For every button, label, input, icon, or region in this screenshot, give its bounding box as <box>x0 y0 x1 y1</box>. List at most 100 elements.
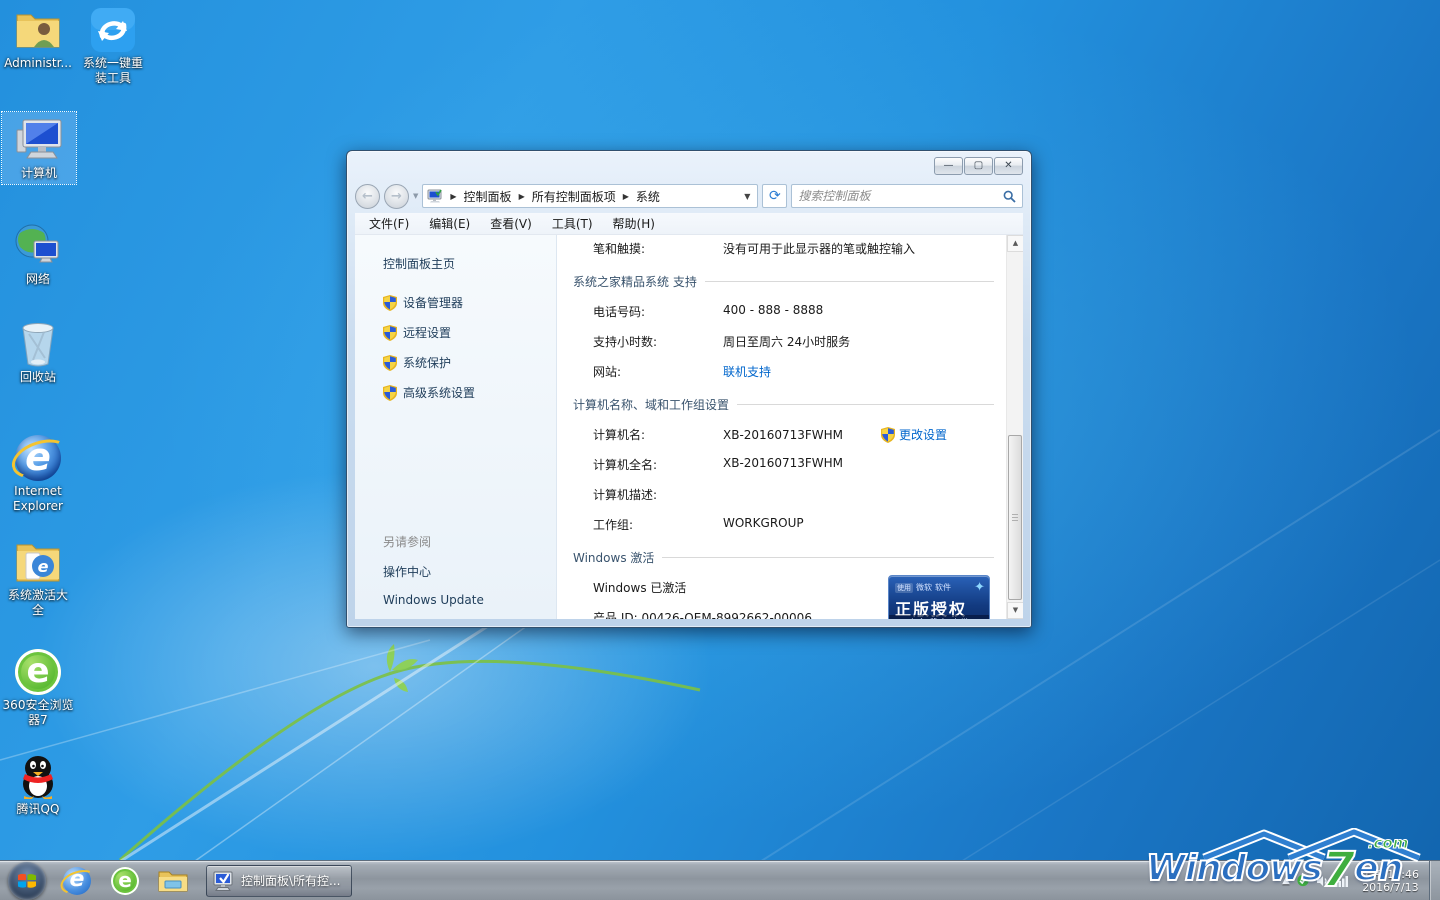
change-settings-link[interactable]: 更改设置 <box>899 426 947 443</box>
icon-label: Administr... <box>1 56 75 71</box>
pen-touch-label: 笔和触摸: <box>573 240 723 257</box>
icon-label: 计算机 <box>2 166 76 181</box>
taskbar-360-browser[interactable]: e <box>108 864 142 898</box>
desktop-icon-internet-explorer[interactable]: e Internet Explorer <box>1 434 75 514</box>
speaker-icon[interactable] <box>1316 875 1328 887</box>
start-button[interactable] <box>8 862 46 900</box>
system-window: — ▢ ✕ ← → ▼ ▶ 控制面板 ▶ 所有控制面板项 ▶ <box>346 150 1032 628</box>
task-label: 控制面板\所有控... <box>241 872 341 889</box>
clock-date: 2016/7/13 <box>1362 881 1419 894</box>
activation-section-header: Windows 激活 <box>573 549 994 566</box>
icon-label: 系统一键重 装工具 <box>76 56 150 86</box>
caption-buttons: — ▢ ✕ <box>934 157 1023 175</box>
menu-view[interactable]: 查看(V) <box>490 215 532 232</box>
computer-icon <box>15 116 63 164</box>
workgroup-label: 工作组: <box>573 516 723 533</box>
online-support-link[interactable]: 联机支持 <box>723 365 771 379</box>
recent-pages-caret-icon[interactable]: ▼ <box>413 192 418 200</box>
roof-logo-icon <box>1194 828 1424 862</box>
sidebar-item-action-center[interactable]: 操作中心 <box>383 563 556 580</box>
desktop-icon-system-reinstall-tool[interactable]: 系统一键重 装工具 <box>76 6 150 86</box>
desktop-icon-network[interactable]: 网络 <box>1 222 75 287</box>
icon-label: 系统激活大 全 <box>1 588 75 618</box>
phone-value: 400 - 888 - 8888 <box>723 303 994 320</box>
menu-bar: 文件(F) 编辑(E) 查看(V) 工具(T) 帮助(H) <box>355 213 1023 235</box>
system-page-icon <box>427 189 443 203</box>
action-center-flag-icon[interactable] <box>1297 874 1309 887</box>
search-box <box>791 184 1023 208</box>
product-id: 产品 ID: 00426-OEM-8992662-00006 <box>573 609 812 619</box>
search-input[interactable] <box>798 189 1003 203</box>
scroll-down-arrow-icon[interactable]: ▼ <box>1007 602 1023 619</box>
icon-label: Internet Explorer <box>1 484 75 514</box>
internet-explorer-icon: e <box>14 434 62 482</box>
computer-name-value: XB-20160713FWHM <box>723 428 881 442</box>
scroll-up-arrow-icon[interactable]: ▲ <box>1007 235 1023 252</box>
show-desktop-button[interactable] <box>1429 861 1440 900</box>
search-icon[interactable] <box>1003 190 1016 203</box>
network-globe-icon <box>14 222 62 270</box>
hours-label: 支持小时数: <box>573 333 723 350</box>
swap-arrows-app-icon <box>89 6 137 54</box>
sidebar-item-advanced-system-settings[interactable]: 高级系统设置 <box>383 384 556 401</box>
activation-status: Windows 已激活 <box>573 579 686 596</box>
minimize-button[interactable]: — <box>934 157 963 175</box>
computer-name-section-header: 计算机名称、域和工作组设置 <box>573 396 994 413</box>
website-label: 网站: <box>573 363 723 380</box>
breadcrumb-system[interactable]: 系统 <box>636 188 660 205</box>
address-dropdown-icon[interactable]: ▼ <box>744 192 750 201</box>
genuine-license-badge[interactable]: 使用 微软 软件 ✦ 正版授权 安全 稳定 声誉 <box>888 575 990 619</box>
computer-description-label: 计算机描述: <box>573 486 723 503</box>
taskbar-internet-explorer[interactable]: e <box>60 864 94 898</box>
taskbar: e e 控制面板\所有控... ▲ <box>0 860 1440 900</box>
menu-file[interactable]: 文件(F) <box>369 215 409 232</box>
breadcrumb-control-panel[interactable]: 控制面板 <box>464 188 512 205</box>
sidebar: 控制面板主页 设备管理器 远程设置 系统保护 <box>355 235 557 619</box>
refresh-button[interactable]: ⟳ <box>762 184 787 208</box>
sidebar-item-control-panel-home[interactable]: 控制面板主页 <box>383 255 556 272</box>
hidden-icons-chevron-icon[interactable]: ▲ <box>1282 875 1290 886</box>
close-button[interactable]: ✕ <box>994 157 1023 175</box>
computer-check-icon <box>213 871 235 891</box>
menu-help[interactable]: 帮助(H) <box>613 215 655 232</box>
360-browser-icon: e <box>14 648 62 696</box>
desktop-icon-system-activation-folder[interactable]: e 系统激活大 全 <box>1 538 75 618</box>
network-icon[interactable] <box>1335 875 1348 887</box>
full-computer-name-value: XB-20160713FWHM <box>723 456 994 473</box>
uac-shield-icon <box>383 295 397 311</box>
workgroup-value: WORKGROUP <box>723 516 994 533</box>
desktop-icon-administrator[interactable]: Administr... <box>1 6 75 71</box>
taskbar-clock[interactable]: 上午 10:46 2016/7/13 <box>1362 868 1419 894</box>
breadcrumb-separator-icon: ▶ <box>450 192 456 201</box>
desktop-icon-360-browser[interactable]: e 360安全浏览 器7 <box>1 648 75 728</box>
breadcrumb-separator-icon: ▶ <box>623 192 629 201</box>
scrollbar-thumb[interactable] <box>1008 435 1022 600</box>
desktop-icon-computer[interactable]: 计算机 <box>2 112 76 184</box>
sidebar-item-remote-settings[interactable]: 远程设置 <box>383 324 556 341</box>
taskbar-explorer[interactable] <box>156 864 190 898</box>
desktop: Administr... 系统一键重 装工具 <box>0 0 1440 900</box>
computer-name-label: 计算机名: <box>573 426 723 443</box>
full-computer-name-label: 计算机全名: <box>573 456 723 473</box>
qq-penguin-icon <box>14 752 62 800</box>
user-folder-icon <box>14 6 62 54</box>
menu-edit[interactable]: 编辑(E) <box>429 215 470 232</box>
forward-button[interactable]: → <box>384 184 409 209</box>
icon-label: 网络 <box>1 272 75 287</box>
desktop-icon-recycle-bin[interactable]: 回收站 <box>1 320 75 385</box>
taskbar-task-control-panel[interactable]: 控制面板\所有控... <box>206 865 352 897</box>
breadcrumb[interactable]: ▶ 控制面板 ▶ 所有控制面板项 ▶ 系统 ▼ <box>422 184 758 208</box>
maximize-button[interactable]: ▢ <box>964 157 993 175</box>
pen-touch-value: 没有可用于此显示器的笔或触控输入 <box>723 240 994 257</box>
sidebar-item-device-manager[interactable]: 设备管理器 <box>383 294 556 311</box>
folder-with-app-icon: e <box>14 538 62 586</box>
sidebar-item-system-protection[interactable]: 系统保护 <box>383 354 556 371</box>
desktop-icon-tencent-qq[interactable]: 腾讯QQ <box>1 752 75 817</box>
icon-label: 腾讯QQ <box>1 802 75 817</box>
breadcrumb-all-items[interactable]: 所有控制面板项 <box>532 188 616 205</box>
sidebar-item-windows-update[interactable]: Windows Update <box>383 593 556 607</box>
navigation-bar: ← → ▼ ▶ 控制面板 ▶ 所有控制面板项 ▶ 系统 ▼ <box>355 181 1023 211</box>
back-button[interactable]: ← <box>355 184 380 209</box>
menu-tools[interactable]: 工具(T) <box>552 215 593 232</box>
vertical-scrollbar[interactable]: ▲ ▼ <box>1006 235 1023 619</box>
